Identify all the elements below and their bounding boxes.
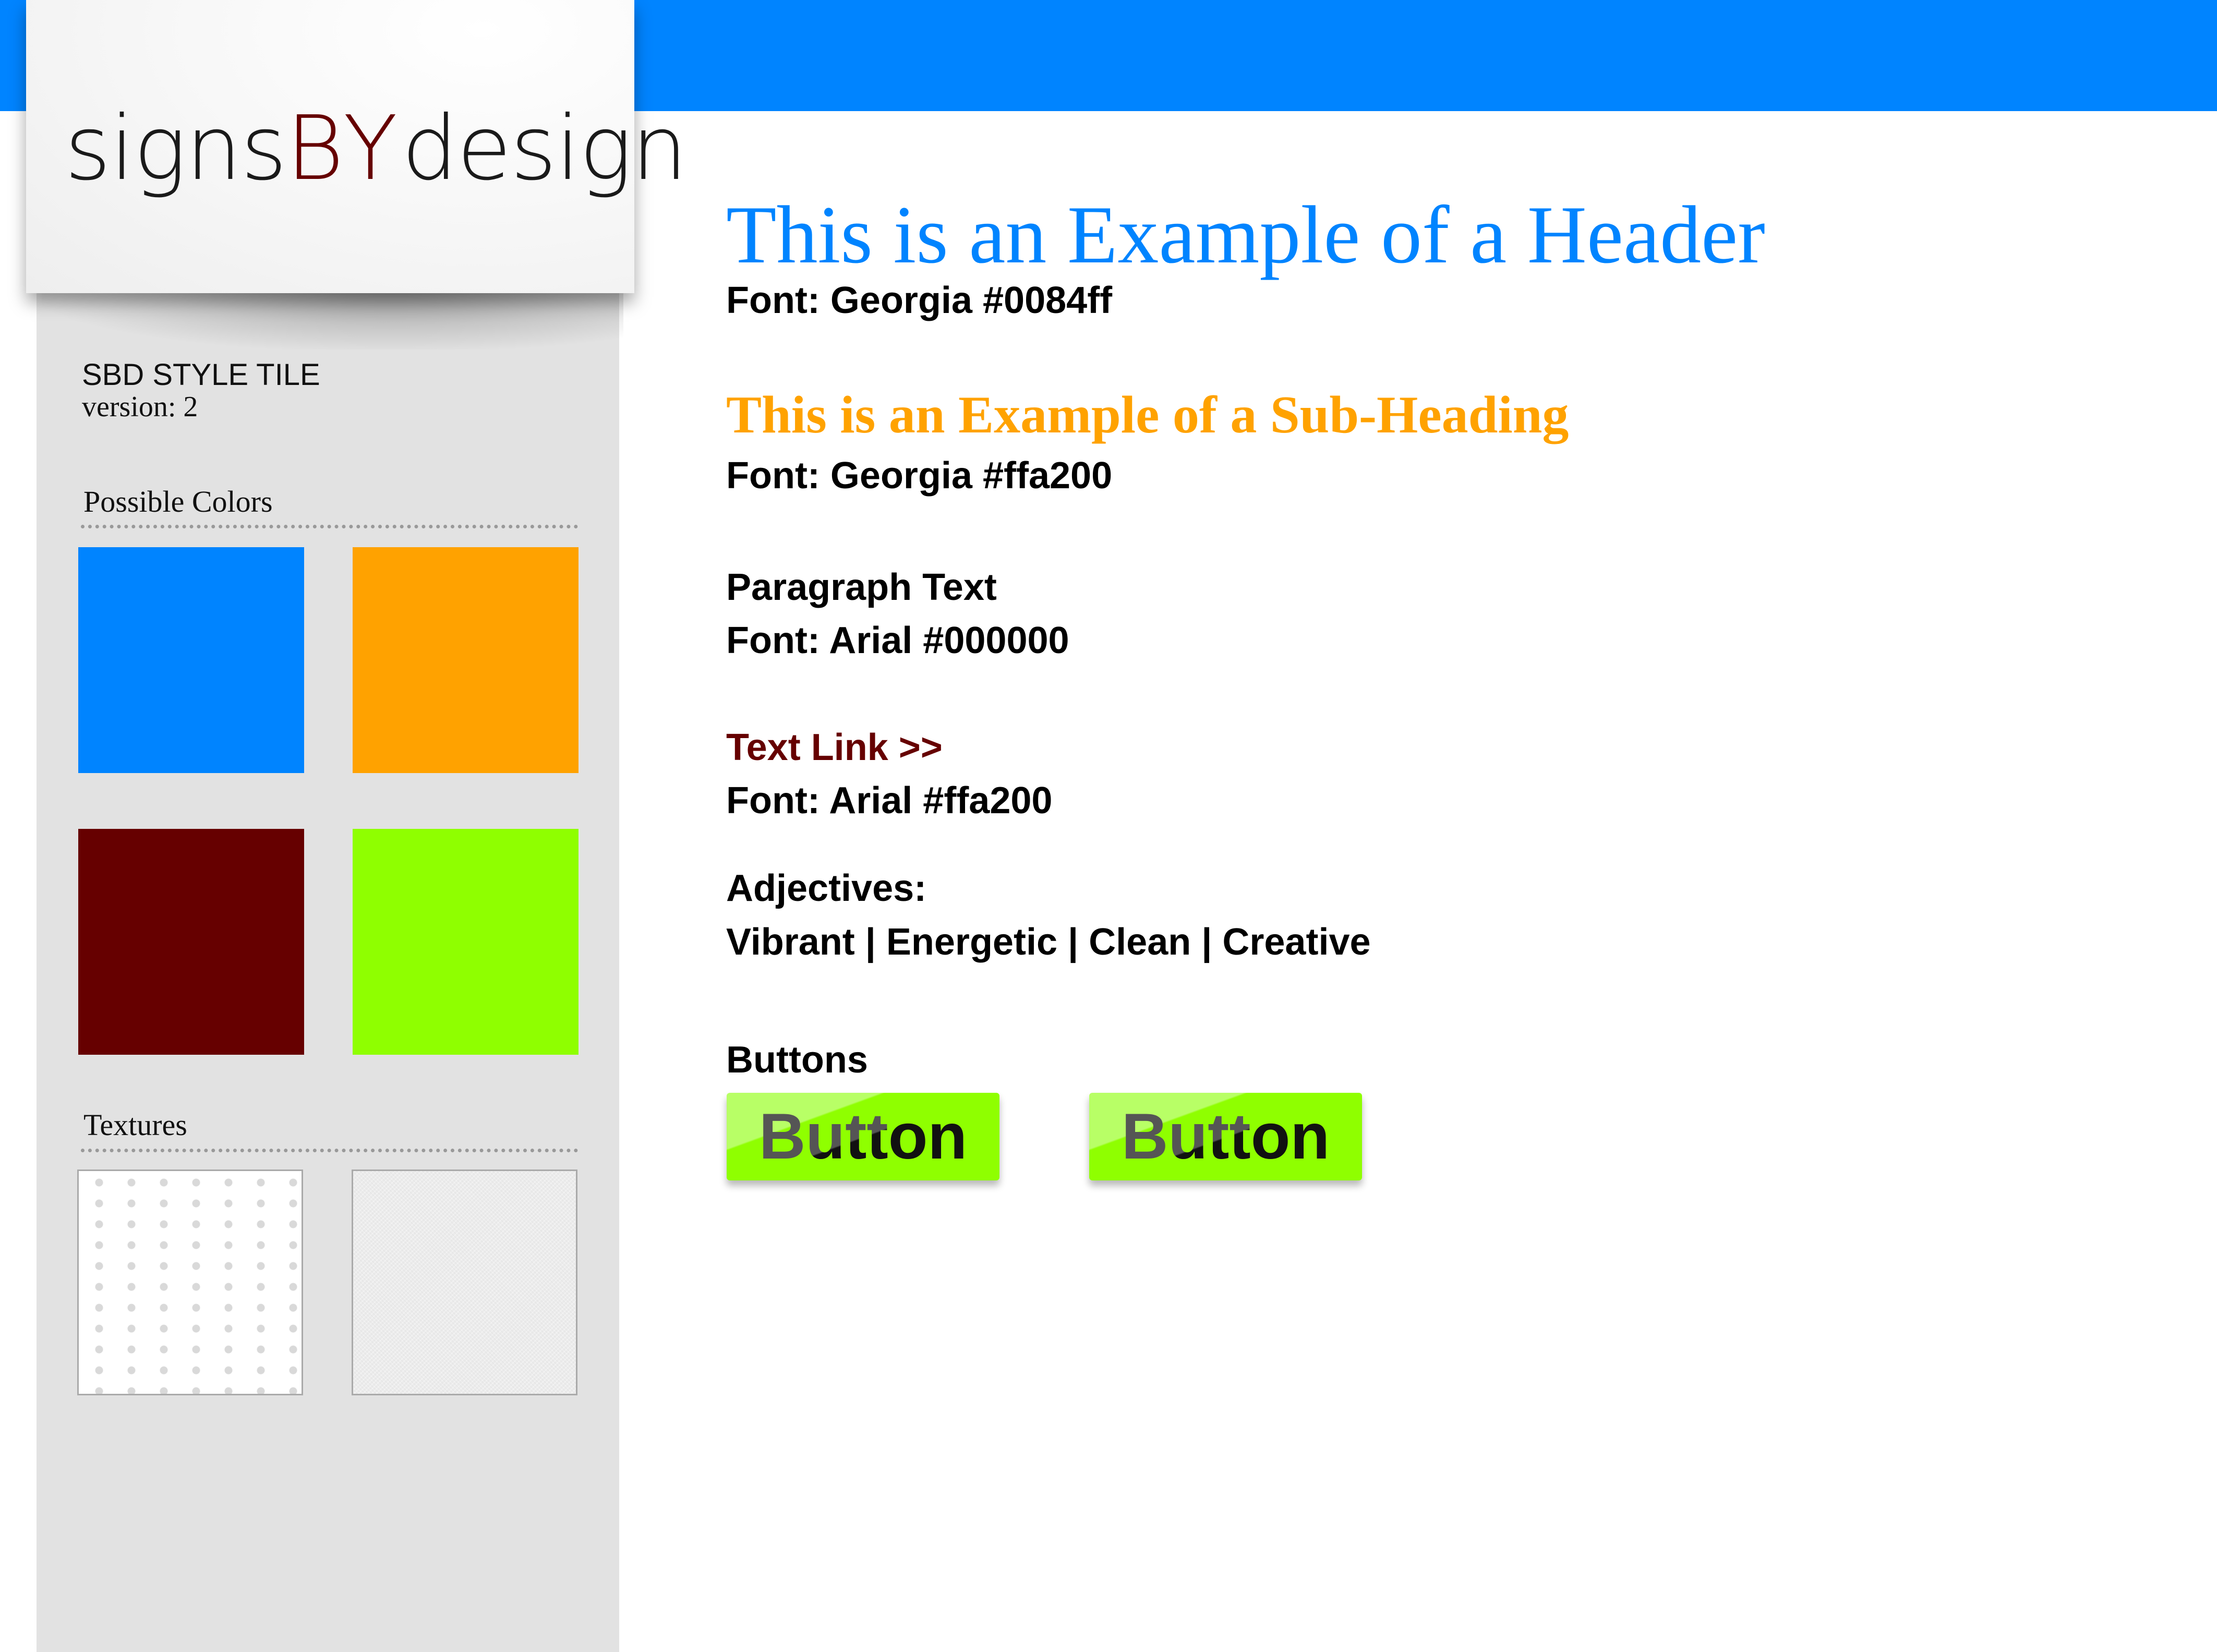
example-header: This is an Example of a Header [726,189,1765,281]
header-font-note: Font: Georgia #0084ff [726,280,1113,321]
texture-noise [352,1169,577,1395]
paragraph-label: Paragraph Text [726,566,997,608]
textures-divider [81,1149,578,1152]
sample-button-2-label: Button [1122,1093,1330,1180]
logo-signs: signs [65,97,287,200]
adjectives-label: Adjectives: [726,867,927,909]
logo-shadow [42,287,623,349]
sample-button-2[interactable]: Button [1089,1093,1362,1180]
logo-design: design [402,97,688,200]
brand-logo: signsBYdesign [65,104,688,193]
color-swatch-blue [78,547,304,773]
logo-box: signsBYdesign [26,0,688,293]
subheading-font-note: Font: Georgia #ffa200 [726,455,1113,497]
sample-button-1[interactable]: Button [727,1093,999,1180]
style-tile-version: version: 2 [82,391,198,423]
adjectives-list: Vibrant | Energetic | Clean | Creative [726,921,1371,963]
paragraph-font-note: Font: Arial #000000 [726,620,1069,661]
texture-dotted [77,1169,303,1395]
textures-label: Textures [83,1108,187,1142]
link-font-note: Font: Arial #ffa200 [726,780,1053,822]
buttons-label: Buttons [726,1039,868,1081]
color-swatch-orange [353,547,579,773]
color-swatch-maroon [78,829,304,1055]
example-subheading: This is an Example of a Sub-Heading [726,385,1569,444]
logo-by: BY [286,97,402,200]
text-link[interactable]: Text Link >> [726,729,943,766]
color-swatch-green [353,829,579,1055]
style-tile-title: SBD STYLE TILE [82,358,320,392]
sample-button-1-label: Button [759,1093,967,1180]
possible-colors-label: Possible Colors [83,485,273,518]
possible-colors-divider [81,525,578,528]
